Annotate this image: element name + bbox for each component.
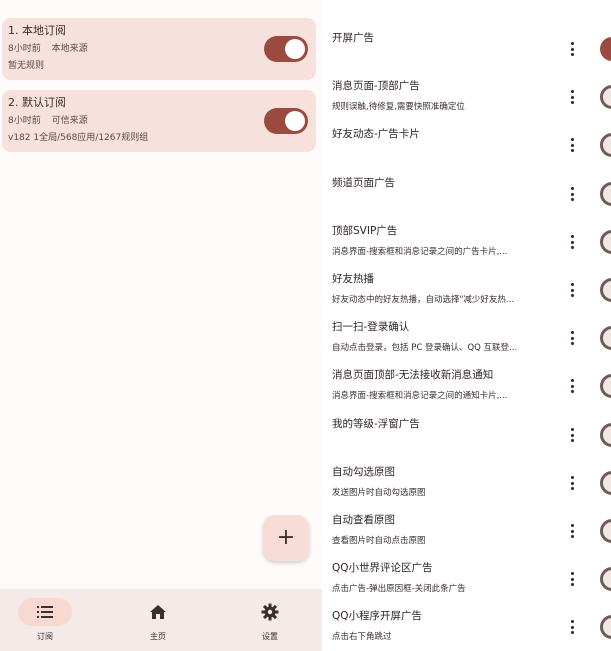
rule-description: 消息界面-搜索框和消息记录之间的通知卡片,... [332, 391, 508, 401]
rule-name: 自动查看原图 [332, 514, 395, 526]
more-options-icon[interactable] [566, 377, 578, 395]
nav-item-home[interactable]: 主页 [113, 589, 203, 651]
rule-name: QQ小世界评论区广告 [332, 562, 433, 574]
more-options-icon[interactable] [566, 522, 578, 540]
rule-item[interactable]: 开屏广告 [332, 31, 572, 45]
rule-item[interactable]: 消息页面-顶部广告 规则误触,待修复,需要快照准确定位 [332, 79, 572, 113]
rule-toggle[interactable] [600, 326, 611, 350]
subscription-detail: 暂无规则 [8, 61, 45, 71]
more-options-icon[interactable] [566, 426, 578, 444]
more-options-icon[interactable] [566, 136, 578, 154]
rule-toggle[interactable] [600, 567, 611, 591]
rule-name: 我的等级-浮窗广告 [332, 418, 420, 430]
rule-item[interactable]: 自动查看原图 查看图片时自动点击原图 [332, 513, 572, 547]
rule-description: 发送图片时自动勾选原图 [332, 488, 426, 498]
more-options-icon[interactable] [566, 233, 578, 251]
rule-item[interactable]: 好友动态-广告卡片 [332, 127, 572, 141]
rule-item[interactable]: QQ小程序开屏广告 点击右下角跳过 [332, 609, 572, 643]
subscription-panel: 1. 本地订阅 8小时前 本地来源 暂无规则 2. 默认订阅 8小时前 可信来源… [0, 0, 322, 651]
add-subscription-button[interactable]: + [263, 515, 309, 561]
nav-label: 订阅 [37, 632, 53, 641]
rule-item[interactable]: 我的等级-浮窗广告 [332, 417, 572, 431]
more-options-icon[interactable] [566, 329, 578, 347]
toggle-knob [285, 39, 305, 59]
rule-item[interactable]: 消息页面顶部-无法接收新消息通知 消息界面-搜索框和消息记录之间的通知卡片,..… [332, 368, 572, 402]
rule-name: 频道页面广告 [332, 177, 395, 189]
rule-toggle[interactable] [600, 230, 611, 254]
rule-toggle[interactable] [600, 374, 611, 398]
rule-description: 点击右下角跳过 [332, 632, 392, 642]
rule-name: 开屏广告 [332, 32, 374, 44]
rule-toggle[interactable] [600, 182, 611, 206]
more-options-icon[interactable] [566, 618, 578, 636]
rule-description: 消息界面-搜索框和消息记录之间的广告卡片,... [332, 247, 508, 257]
more-options-icon[interactable] [566, 281, 578, 299]
rule-name: 消息页面-顶部广告 [332, 80, 420, 92]
subscription-source: 可信来源 [51, 116, 88, 126]
rule-name: 自动勾选原图 [332, 466, 395, 478]
app-root: 1. 本地订阅 8小时前 本地来源 暂无规则 2. 默认订阅 8小时前 可信来源… [0, 0, 611, 651]
rule-description: 查看图片时自动点击原图 [332, 536, 426, 546]
bottom-navigation: 订阅 主页 设置 [0, 589, 322, 651]
subscription-toggle[interactable] [264, 36, 308, 62]
subscription-toggle[interactable] [264, 108, 308, 134]
subscription-source: 本地来源 [51, 44, 88, 54]
rule-description: 好友动态中的好友热播，自动选择"减少好友热... [332, 295, 515, 305]
toggle-knob [285, 111, 305, 131]
subscription-time: 8小时前 [8, 44, 41, 54]
more-options-icon[interactable] [566, 88, 578, 106]
rule-list-panel: 开屏广告 消息页面-顶部广告 规则误触,待修复,需要快照准确定位 好友动态-广告… [322, 0, 611, 651]
gear-icon [261, 603, 279, 621]
more-options-icon[interactable] [566, 570, 578, 588]
rule-toggle[interactable] [600, 133, 611, 157]
rule-toggle[interactable] [600, 423, 611, 447]
rule-name: 顶部SVIP广告 [332, 225, 398, 237]
rule-description: 规则误触,待修复,需要快照准确定位 [332, 102, 465, 112]
rule-toggle[interactable] [600, 278, 611, 302]
more-options-icon[interactable] [566, 185, 578, 203]
nav-label: 主页 [150, 632, 166, 641]
rule-name: 好友热播 [332, 273, 374, 285]
more-options-icon[interactable] [566, 474, 578, 492]
more-options-icon[interactable] [566, 40, 578, 58]
rule-item[interactable]: 频道页面广告 [332, 176, 572, 190]
rule-name: 扫一扫-登录确认 [332, 321, 410, 333]
plus-icon: + [276, 525, 296, 550]
rule-name: 好友动态-广告卡片 [332, 128, 420, 140]
rule-toggle[interactable] [600, 519, 611, 543]
rule-item[interactable]: QQ小世界评论区广告 点击广告-弹出原因框-关闭此条广告 [332, 561, 572, 595]
rule-toggle[interactable] [600, 615, 611, 639]
rule-item[interactable]: 扫一扫-登录确认 自动点击登录，包括 PC 登录确认、QQ 互联登... [332, 320, 572, 354]
rule-item[interactable]: 自动勾选原图 发送图片时自动勾选原图 [332, 465, 572, 499]
subscription-card-default[interactable]: 2. 默认订阅 8小时前 可信来源 v182 1全局/568应用/1267规则组 [2, 90, 316, 152]
rule-name: 消息页面顶部-无法接收新消息通知 [332, 369, 494, 381]
nav-label: 设置 [262, 632, 278, 641]
nav-item-subscriptions[interactable]: 订阅 [0, 589, 90, 651]
rule-toggle[interactable] [600, 85, 611, 109]
rule-item[interactable]: 顶部SVIP广告 消息界面-搜索框和消息记录之间的广告卡片,... [332, 224, 572, 258]
home-icon [150, 605, 166, 619]
subscription-title: 1. 本地订阅 [8, 24, 66, 37]
rule-description: 自动点击登录，包括 PC 登录确认、QQ 互联登... [332, 343, 518, 353]
subscription-detail: v182 1全局/568应用/1267规则组 [8, 133, 149, 143]
rule-description: 点击广告-弹出原因框-关闭此条广告 [332, 584, 466, 594]
rule-name: QQ小程序开屏广告 [332, 610, 423, 622]
rule-toggle[interactable] [600, 471, 611, 495]
subscription-time: 8小时前 [8, 116, 41, 126]
rule-toggle[interactable] [600, 37, 611, 61]
list-icon [37, 606, 53, 618]
subscription-title: 2. 默认订阅 [8, 96, 66, 109]
rule-item[interactable]: 好友热播 好友动态中的好友热播，自动选择"减少好友热... [332, 272, 572, 306]
nav-item-settings[interactable]: 设置 [225, 589, 315, 651]
subscription-card-local[interactable]: 1. 本地订阅 8小时前 本地来源 暂无规则 [2, 18, 316, 80]
